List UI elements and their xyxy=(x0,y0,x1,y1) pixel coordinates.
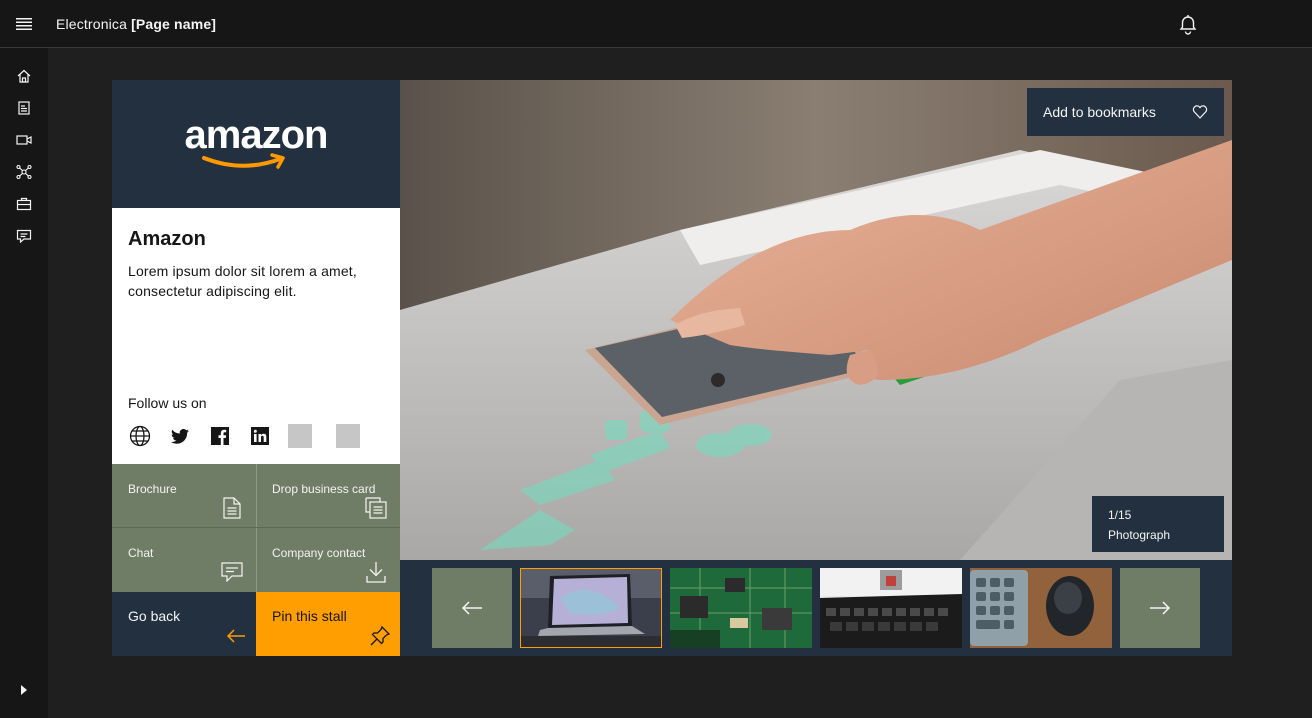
photo-caption: 1/15 Photograph xyxy=(1092,496,1224,552)
thumbnail-laptop[interactable] xyxy=(520,568,662,648)
thumbnail-keyboard[interactable] xyxy=(820,568,962,648)
photo-counter: 1/15 xyxy=(1108,508,1132,522)
document-icon[interactable] xyxy=(0,92,48,124)
business-card-icon xyxy=(364,496,388,520)
main-photo xyxy=(400,80,1232,560)
social-placeholder-2[interactable] xyxy=(336,424,360,448)
heart-icon xyxy=(1192,104,1208,120)
pin-icon xyxy=(368,624,392,648)
video-icon[interactable] xyxy=(0,124,48,156)
drop-card-label: Drop business card xyxy=(272,482,376,496)
side-nav xyxy=(0,48,48,718)
social-links xyxy=(128,424,384,448)
chat-button[interactable]: Chat xyxy=(112,528,256,592)
company-name: Amazon xyxy=(128,228,206,250)
network-icon[interactable] xyxy=(0,156,48,188)
home-icon[interactable] xyxy=(0,60,48,92)
top-header: Electronica [Page name] xyxy=(0,0,1312,48)
app-name: Electronica xyxy=(56,15,128,32)
thumbnail-keyboard-mouse[interactable] xyxy=(970,568,1112,648)
keyboard-image xyxy=(820,568,962,648)
page-title: Electronica [Page name] xyxy=(56,16,216,32)
logo-wordmark: amazon xyxy=(184,113,329,157)
chat-icon[interactable] xyxy=(0,220,48,252)
previous-button[interactable] xyxy=(432,568,512,648)
pin-stall-button[interactable]: Pin this stall xyxy=(256,592,400,656)
circuit-board-image xyxy=(670,568,812,648)
globe-icon[interactable] xyxy=(128,424,152,448)
download-icon xyxy=(364,560,388,584)
arrow-left-icon xyxy=(461,601,482,615)
company-contact-button[interactable]: Company contact xyxy=(256,528,400,592)
chat-bubble-icon xyxy=(220,560,244,584)
expand-nav-icon[interactable] xyxy=(0,674,48,706)
keyboard-mouse-image xyxy=(970,568,1112,648)
company-logo: amazon xyxy=(112,80,400,208)
linkedin-icon[interactable] xyxy=(248,424,272,448)
page-name: [Page name] xyxy=(131,15,217,32)
social-placeholder-1[interactable] xyxy=(288,424,312,448)
document-icon xyxy=(220,496,244,520)
notification-icon[interactable] xyxy=(1172,8,1204,40)
chat-label: Chat xyxy=(128,546,154,560)
pin-stall-label: Pin this stall xyxy=(272,608,347,624)
company-info: Amazon Lorem ipsum dolor sit lorem a ame… xyxy=(112,208,400,464)
drop-business-card-button[interactable]: Drop business card xyxy=(256,464,400,528)
logo-smile-icon xyxy=(202,153,285,169)
twitter-icon[interactable] xyxy=(168,424,192,448)
company-description: Lorem ipsum dolor sit lorem a amet, cons… xyxy=(128,263,357,299)
tile-divider xyxy=(112,527,400,528)
photo-type: Photograph xyxy=(1108,528,1171,542)
go-back-label: Go back xyxy=(128,608,181,624)
thumbnail-circuit-board[interactable] xyxy=(670,568,812,648)
brochure-button[interactable]: Brochure xyxy=(112,464,256,528)
go-back-button[interactable]: Go back xyxy=(112,592,256,656)
bookmark-label: Add to bookmarks xyxy=(1043,104,1156,120)
laptop-image xyxy=(520,568,662,648)
add-to-bookmarks-button[interactable]: Add to bookmarks xyxy=(1027,88,1224,136)
facebook-icon[interactable] xyxy=(208,424,232,448)
tile-divider xyxy=(256,464,257,592)
next-button[interactable] xyxy=(1120,568,1200,648)
arrow-left-icon xyxy=(224,624,248,648)
arrow-right-icon xyxy=(1150,601,1171,615)
company-contact-label: Company contact xyxy=(272,546,366,560)
photo-hand-phone-scanner xyxy=(400,80,1232,560)
briefcase-icon[interactable] xyxy=(0,188,48,220)
follow-label: Follow us on xyxy=(128,395,207,411)
menu-icon[interactable] xyxy=(0,0,48,48)
brochure-label: Brochure xyxy=(128,482,177,496)
